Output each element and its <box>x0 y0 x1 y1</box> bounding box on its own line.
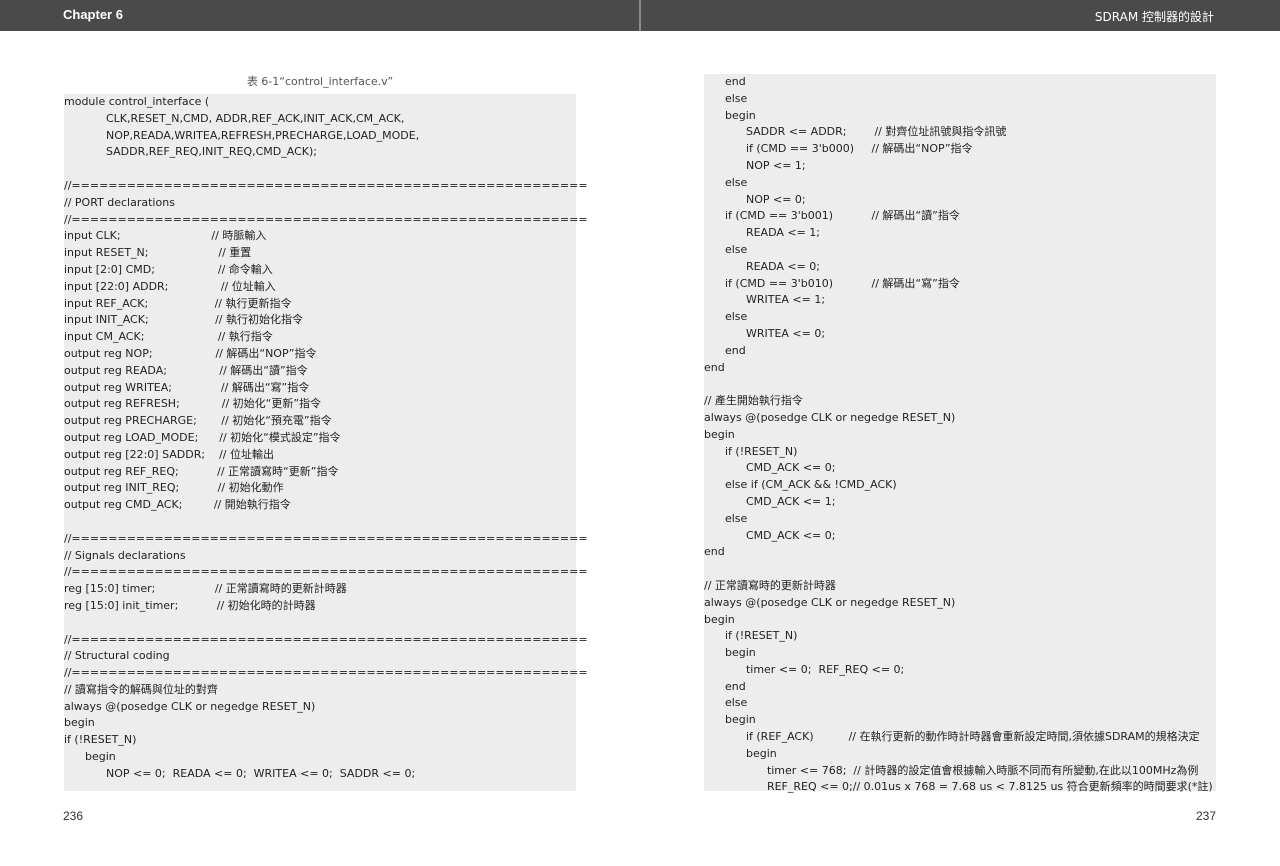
code-line: reg [15:0] init_timer; // 初始化時的計時器 <box>64 598 316 612</box>
code-line: else <box>704 175 748 189</box>
code-line: output reg NOP; // 解碼出“NOP”指令 <box>64 346 317 360</box>
code-line: NOP <= 0; <box>704 192 806 206</box>
code-line: //======================================… <box>64 531 588 545</box>
code-line: input INIT_ACK; // 執行初始化指令 <box>64 313 304 327</box>
code-line: always @(posedge CLK or negedge RESET_N) <box>704 595 956 609</box>
code-line: else <box>704 242 748 256</box>
code-line: //======================================… <box>64 666 588 680</box>
code-line: begin <box>64 750 116 764</box>
code-line: SADDR,REF_REQ,INIT_REQ,CMD_ACK); <box>64 145 317 159</box>
code-line: CMD_ACK <= 0; <box>704 528 836 542</box>
code-line: input [2:0] CMD; // 命令輸入 <box>64 262 273 276</box>
code-line: NOP <= 0; READA <= 0; WRITEA <= 0; SADDR… <box>64 766 416 780</box>
code-line: output reg LOAD_MODE; // 初始化“模式設定”指令 <box>64 430 341 444</box>
code-line: CMD_ACK <= 1; <box>704 494 836 508</box>
code-line: else <box>704 310 748 324</box>
code-line: input REF_ACK; // 執行更新指令 <box>64 296 292 310</box>
code-line: if (CMD == 3'b001) // 解碼出“讀”指令 <box>704 209 960 223</box>
code-line: end <box>704 679 746 693</box>
code-line: timer <= 0; REF_REQ <= 0; <box>704 662 905 676</box>
code-line: WRITEA <= 0; <box>704 326 826 340</box>
code-line: input CLK; // 時脈輸入 <box>64 229 267 243</box>
code-listing-right: end else begin SADDR <= ADDR; // 對齊位址訊號與… <box>704 74 1216 793</box>
code-line: output reg CMD_ACK; // 開始執行指令 <box>64 498 291 512</box>
code-line: begin <box>704 427 735 441</box>
code-line: always @(posedge CLK or negedge RESET_N) <box>704 410 956 424</box>
code-line: end <box>704 343 746 357</box>
code-line: // PORT declarations <box>64 195 175 209</box>
code-line: REF_REQ <= 0;// 0.01us x 768 = 7.68 us <… <box>704 780 1213 794</box>
code-line: CLK,RESET_N,CMD, ADDR,REF_ACK,INIT_ACK,C… <box>64 111 405 125</box>
chapter-label: Chapter 6 <box>63 7 123 22</box>
code-line: if (!RESET_N) <box>704 444 798 458</box>
code-line: begin <box>704 612 735 626</box>
code-line: end <box>704 360 725 374</box>
page-header: Chapter 6 SDRAM 控制器的設計 <box>0 0 1280 31</box>
code-line: NOP <= 1; <box>704 158 806 172</box>
code-line: if (CMD == 3'b010) // 解碼出“寫”指令 <box>704 276 960 290</box>
page-number-left: 236 <box>63 809 84 823</box>
code-line: timer <= 768; // 計時器的設定值會根據輸入時脈不同而有所變動,在… <box>704 763 1199 777</box>
code-line: //======================================… <box>64 565 588 579</box>
code-line: begin <box>704 713 756 727</box>
code-line: CMD_ACK <= 0; <box>704 461 836 475</box>
code-line: // 讀寫指令的解碼與位址的對齊 <box>64 682 218 696</box>
code-line: output reg [22:0] SADDR; // 位址輸出 <box>64 447 274 461</box>
code-line: // 產生開始執行指令 <box>704 394 803 408</box>
code-line: output reg REFRESH; // 初始化“更新”指令 <box>64 397 322 411</box>
code-line: WRITEA <= 1; <box>704 293 826 307</box>
code-line: always @(posedge CLK or negedge RESET_N) <box>64 699 316 713</box>
code-line: //======================================… <box>64 632 588 646</box>
code-line: // 正常讀寫時的更新計時器 <box>704 578 836 592</box>
code-line: //======================================… <box>64 212 588 226</box>
code-line: begin <box>704 746 777 760</box>
code-line: else <box>704 696 748 710</box>
code-line: else <box>704 511 748 525</box>
code-line: NOP,READA,WRITEA,REFRESH,PRECHARGE,LOAD_… <box>64 128 420 142</box>
code-line: begin <box>64 716 95 730</box>
code-line: SADDR <= ADDR; // 對齊位址訊號與指令訊號 <box>704 125 1007 139</box>
code-line: begin <box>704 108 756 122</box>
code-line: reg [15:0] timer; // 正常讀寫時的更新計時器 <box>64 582 347 596</box>
code-line: begin <box>704 646 756 660</box>
table-caption: 表 6-1“control_interface.v” <box>246 75 394 88</box>
code-line: input [22:0] ADDR; // 位址輸入 <box>64 279 276 293</box>
code-line: end <box>704 75 746 88</box>
code-line: output reg WRITEA; // 解碼出“寫”指令 <box>64 380 310 394</box>
page-number-right: 237 <box>1195 809 1216 823</box>
code-line: // Signals declarations <box>64 548 186 562</box>
code-line: READA <= 0; <box>704 259 821 273</box>
code-line: output reg REF_REQ; // 正常讀寫時“更新”指令 <box>64 464 339 478</box>
code-listing-left: module control_interface ( CLK,RESET_N,C… <box>64 94 588 791</box>
code-line: input CM_ACK; // 執行指令 <box>64 330 273 344</box>
code-line: else if (CM_ACK && !CMD_ACK) <box>704 478 897 492</box>
code-line: else <box>704 91 748 105</box>
code-line: if (CMD == 3'b000) // 解碼出“NOP”指令 <box>704 142 973 156</box>
section-topic: SDRAM 控制器的設計 <box>1094 10 1214 24</box>
code-line: READA <= 1; <box>704 226 821 240</box>
code-line: output reg READA; // 解碼出“讀”指令 <box>64 363 308 377</box>
code-line: if (REF_ACK) // 在執行更新的動作時計時器會重新設定時間,須依據S… <box>704 730 1200 744</box>
code-line: if (!RESET_N) <box>64 733 137 747</box>
code-line: input RESET_N; // 重置 <box>64 246 252 260</box>
code-line: module control_interface ( <box>64 95 210 108</box>
code-line: output reg INIT_REQ; // 初始化動作 <box>64 481 284 495</box>
code-line: //======================================… <box>64 178 588 192</box>
code-line: if (!RESET_N) <box>704 629 798 643</box>
code-line: // Structural coding <box>64 649 170 663</box>
code-line: end <box>704 545 725 559</box>
header-divider <box>639 0 641 31</box>
code-line: output reg PRECHARGE; // 初始化“預充電”指令 <box>64 414 332 428</box>
